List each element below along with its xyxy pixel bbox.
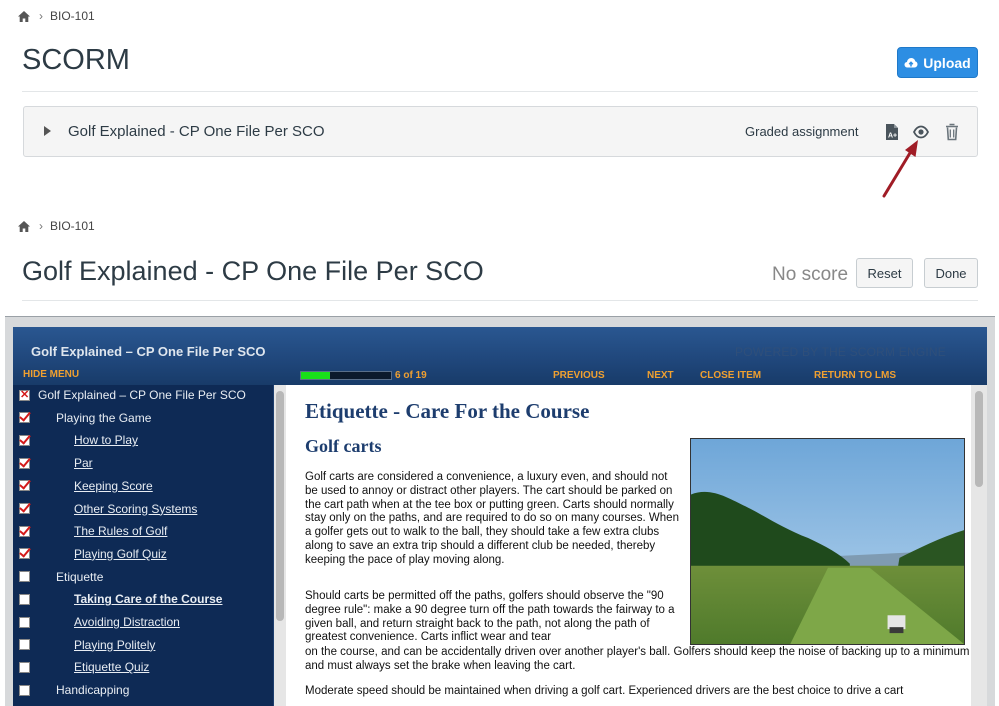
- menu-item[interactable]: Avoiding Distraction: [19, 615, 180, 629]
- score-display: No score: [772, 264, 849, 285]
- menu-item[interactable]: The Rules of Golf: [19, 524, 167, 538]
- checkbox-checked-icon: [19, 480, 30, 492]
- lesson-subheading: Golf carts: [305, 436, 382, 456]
- scorm-package-row[interactable]: Golf Explained - CP One File Per SCO Gra…: [23, 106, 978, 157]
- checkbox-empty-icon: [19, 571, 30, 583]
- viewer-page-title: Golf Explained - CP One File Per SCO: [22, 256, 484, 286]
- checkbox-empty-icon: [19, 593, 30, 605]
- checkbox-checked-icon: [19, 412, 30, 424]
- expand-caret-icon[interactable]: [44, 126, 51, 136]
- player-header: Golf Explained – CP One File Per SCO POW…: [13, 327, 987, 385]
- divider: [22, 91, 978, 92]
- menu-item-label[interactable]: Playing Politely: [74, 638, 155, 652]
- upload-button[interactable]: Upload: [897, 47, 978, 78]
- menu-item[interactable]: Etiquette: [19, 570, 103, 584]
- lesson-heading: Etiquette - Care For the Course: [305, 399, 590, 423]
- menu-item-label[interactable]: Etiquette Quiz: [74, 660, 149, 674]
- checkbox-empty-icon: [19, 639, 30, 651]
- checkbox-checked-icon: [19, 434, 30, 446]
- paragraph: Should carts be permitted off the paths,…: [305, 590, 675, 644]
- menu-item[interactable]: Golf Explained – CP One File Per SCO: [19, 388, 246, 402]
- progress-text: 6 of 19: [395, 370, 427, 381]
- done-button[interactable]: Done: [924, 258, 978, 288]
- home-icon[interactable]: [18, 220, 30, 232]
- scorm-player: Golf Explained – CP One File Per SCO POW…: [5, 316, 995, 706]
- menu-item-label: Etiquette: [56, 569, 104, 584]
- hide-menu-button[interactable]: HIDE MENU: [23, 369, 79, 380]
- chevron-right-icon: ›: [39, 219, 43, 233]
- divider: [22, 300, 978, 301]
- checkbox-checked-icon: [19, 525, 30, 537]
- menu-item-label: Handicapping: [56, 683, 130, 698]
- menu-item-label[interactable]: Playing Golf Quiz: [74, 547, 167, 561]
- reset-button[interactable]: Reset: [856, 258, 913, 288]
- scorm-package-name[interactable]: Golf Explained - CP One File Per SCO: [68, 123, 325, 140]
- menu-item[interactable]: Other Scoring Systems: [19, 502, 197, 516]
- player-frame: Golf Explained – CP One File Per SCO POW…: [13, 327, 987, 706]
- menu-item[interactable]: Taking Care of the Course: [19, 592, 222, 606]
- cloud-upload-icon: [904, 58, 918, 68]
- scrollbar-thumb[interactable]: [975, 391, 983, 487]
- progress-bar-fill: [301, 372, 330, 379]
- menu-item[interactable]: How to Play: [19, 433, 138, 447]
- breadcrumb-course-link[interactable]: BIO-101: [50, 219, 95, 233]
- checkbox-x-icon: [19, 388, 30, 401]
- graded-assignment-label: Graded assignment: [745, 124, 859, 139]
- menu-item[interactable]: Etiquette Quiz: [19, 660, 149, 674]
- upload-button-label: Upload: [923, 54, 971, 71]
- menu-item-label[interactable]: Avoiding Distraction: [74, 615, 180, 629]
- paragraph: Moderate speed should be maintained when…: [305, 685, 904, 697]
- golf-course-photo: [690, 438, 965, 645]
- menu-item[interactable]: Playing Politely: [19, 638, 155, 652]
- paragraph: Golf carts are considered a convenience,…: [305, 471, 679, 566]
- menu-item[interactable]: Playing the Game: [19, 411, 151, 425]
- menu-item-label[interactable]: Keeping Score: [74, 479, 153, 493]
- menu-scrollbar[interactable]: [274, 385, 286, 706]
- breadcrumb: › BIO-101: [18, 9, 95, 23]
- page-title: SCORM: [22, 44, 130, 76]
- content-scrollbar[interactable]: [971, 385, 987, 706]
- checkbox-checked-icon: [19, 457, 30, 469]
- checkbox-empty-icon: [19, 616, 30, 628]
- menu-item-label[interactable]: The Rules of Golf: [74, 524, 167, 538]
- menu-item[interactable]: Playing Golf Quiz: [19, 547, 167, 561]
- return-to-lms-button[interactable]: RETURN TO LMS: [814, 370, 896, 381]
- lesson-content: Etiquette - Care For the Course Golf car…: [286, 385, 971, 706]
- menu-item[interactable]: Par: [19, 456, 93, 470]
- menu-item[interactable]: Keeping Score: [19, 479, 153, 493]
- trash-icon[interactable]: [944, 123, 960, 141]
- breadcrumb-course-link[interactable]: BIO-101: [50, 9, 95, 23]
- progress-bar: [300, 371, 392, 380]
- scrollbar-thumb[interactable]: [276, 391, 284, 621]
- menu-item-label: Playing the Game: [56, 410, 152, 425]
- checkbox-checked-icon: [19, 548, 30, 560]
- previous-button[interactable]: PREVIOUS: [553, 370, 605, 381]
- powered-by-label: POWERED BY THE SCORM ENGINE: [735, 345, 946, 359]
- menu-item-label: Golf Explained – CP One File Per SCO: [38, 388, 246, 402]
- menu-item-label[interactable]: How to Play: [74, 433, 138, 447]
- checkbox-empty-icon: [19, 684, 30, 696]
- player-title: Golf Explained – CP One File Per SCO: [31, 344, 266, 359]
- pointer-arrow-annotation: [882, 140, 918, 198]
- viewer-breadcrumb: › BIO-101: [18, 219, 95, 233]
- course-menu: Golf Explained – CP One File Per SCO Play…: [13, 385, 273, 706]
- paragraph: on the course, and can be accidentally d…: [305, 646, 970, 672]
- next-button[interactable]: NEXT: [647, 370, 674, 381]
- menu-item[interactable]: Handicapping: [19, 683, 129, 697]
- menu-item-label[interactable]: Other Scoring Systems: [74, 502, 197, 516]
- menu-item-label[interactable]: Taking Care of the Course: [74, 592, 222, 606]
- menu-item-label[interactable]: Par: [74, 456, 93, 470]
- checkbox-empty-icon: [19, 661, 30, 673]
- home-icon[interactable]: [18, 10, 30, 22]
- chevron-right-icon: ›: [39, 9, 43, 23]
- close-item-button[interactable]: CLOSE ITEM: [700, 370, 761, 381]
- checkbox-checked-icon: [19, 503, 30, 514]
